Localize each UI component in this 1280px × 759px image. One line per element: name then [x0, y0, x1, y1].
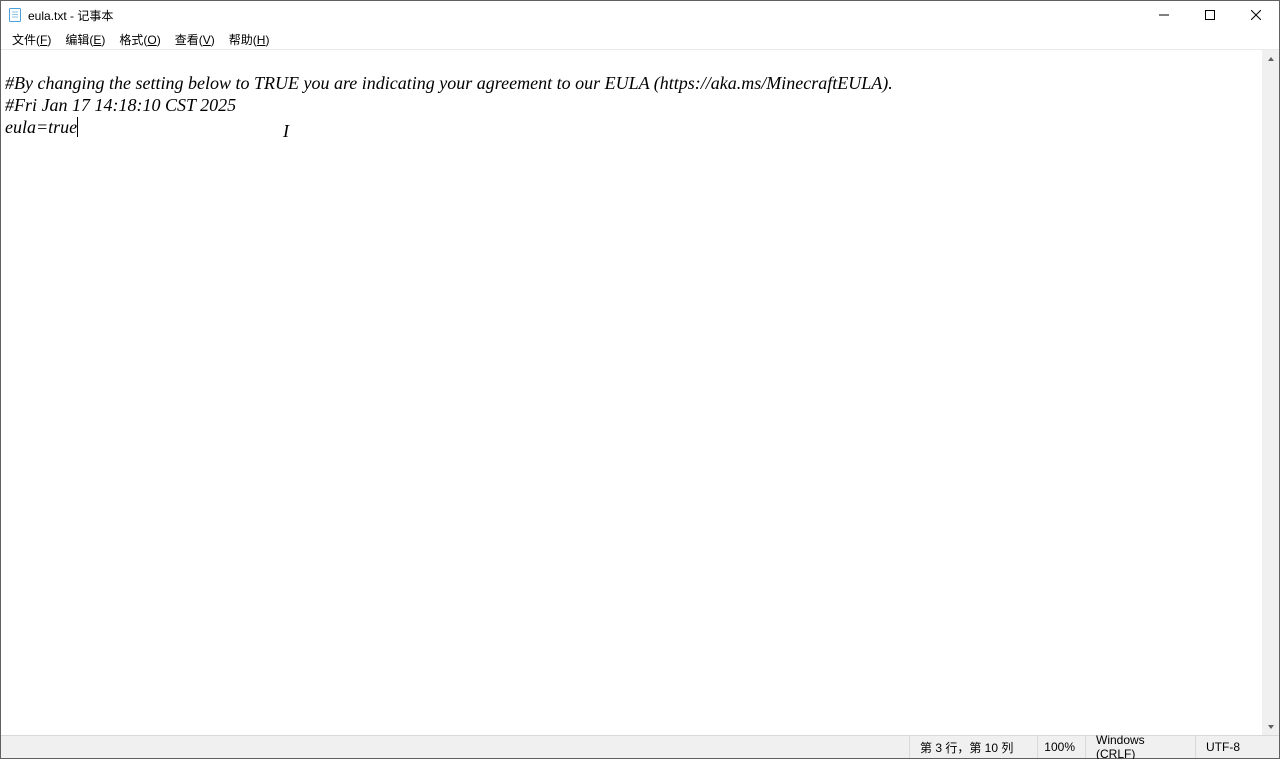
text-editor[interactable]: #By changing the setting below to TRUE y…: [1, 50, 1262, 735]
notepad-icon: [7, 7, 23, 23]
statusbar: 第 3 行，第 10 列 100% Windows (CRLF) UTF-8: [1, 735, 1279, 758]
status-line-ending: Windows (CRLF): [1085, 736, 1195, 758]
menubar: 文件(F) 编辑(E) 格式(O) 查看(V) 帮助(H): [1, 29, 1279, 49]
text-caret: [77, 117, 78, 137]
status-encoding: UTF-8: [1195, 736, 1279, 758]
editor-line: eula=true: [5, 117, 77, 137]
maximize-button[interactable]: [1187, 1, 1233, 29]
menu-help[interactable]: 帮助(H): [222, 30, 277, 49]
menu-edit[interactable]: 编辑(E): [58, 30, 112, 49]
scroll-up-arrow-icon[interactable]: [1262, 50, 1279, 67]
menu-view[interactable]: 查看(V): [168, 30, 222, 49]
minimize-button[interactable]: [1141, 1, 1187, 29]
status-cursor-position: 第 3 行，第 10 列: [909, 736, 1037, 758]
window-title: eula.txt - 记事本: [28, 7, 113, 24]
editor-wrap: #By changing the setting below to TRUE y…: [1, 49, 1279, 735]
status-zoom: 100%: [1037, 736, 1085, 758]
titlebar: eula.txt - 记事本: [1, 1, 1279, 29]
window-controls: [1141, 1, 1279, 29]
menu-format[interactable]: 格式(O): [112, 30, 167, 49]
close-button[interactable]: [1233, 1, 1279, 29]
status-spacer: [1, 736, 909, 758]
ibeam-cursor-icon: I: [283, 120, 289, 142]
editor-line: #By changing the setting below to TRUE y…: [5, 73, 893, 93]
scroll-down-arrow-icon[interactable]: [1262, 718, 1279, 735]
editor-line: #Fri Jan 17 14:18:10 CST 2025: [5, 95, 236, 115]
vertical-scrollbar[interactable]: [1262, 50, 1279, 735]
menu-file[interactable]: 文件(F): [5, 30, 58, 49]
notepad-window: eula.txt - 记事本 文件(F) 编辑(E) 格式(O) 查看(V) 帮…: [0, 0, 1280, 759]
scroll-track[interactable]: [1262, 67, 1279, 718]
